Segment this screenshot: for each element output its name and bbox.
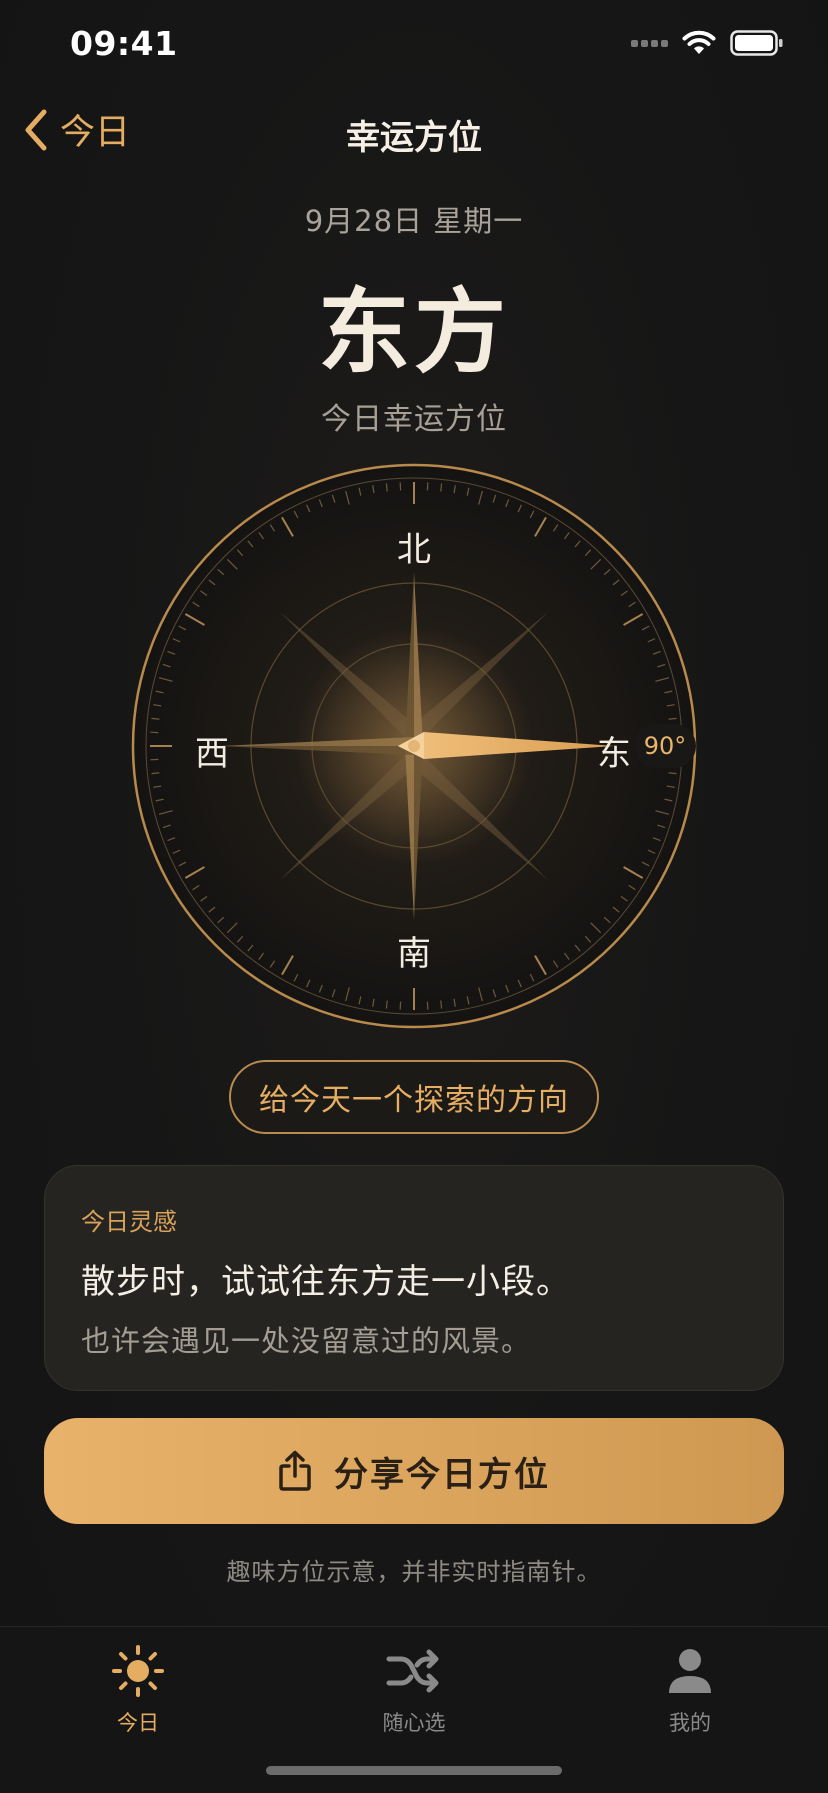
dial-tick	[441, 1001, 442, 1009]
tab-mine[interactable]: 我的	[620, 1641, 760, 1737]
dial-tick	[386, 1001, 387, 1009]
battery-icon	[730, 30, 784, 56]
wifi-icon	[682, 30, 716, 56]
share-icon	[278, 1450, 312, 1492]
tab-random[interactable]: 随心选	[344, 1641, 484, 1737]
disclaimer-text: 趣味方位示意，并非实时指南针。	[0, 1552, 828, 1587]
person-icon	[666, 1646, 714, 1696]
compass-label-south: 南	[384, 926, 444, 975]
tab-today[interactable]: 今日	[68, 1641, 208, 1737]
dial-tick	[386, 483, 387, 491]
direction-subtitle: 今日幸运方位	[0, 394, 828, 438]
inspiration-card: 今日灵感 散步时，试试往东方走一小段。 也许会遇见一处没留意过的风景。	[44, 1165, 784, 1391]
tab-random-label: 随心选	[383, 1707, 446, 1737]
explore-chip[interactable]: 给今天一个探索的方向	[229, 1060, 599, 1134]
compass-label-west: 西	[182, 726, 242, 775]
tab-mine-label: 我的	[669, 1707, 711, 1737]
share-label: 分享今日方位	[334, 1447, 550, 1496]
dial-tick	[669, 718, 677, 719]
card-main-text: 散步时，试试往东方走一小段。	[81, 1254, 571, 1303]
compass-dial: 北 南 西 东 90°	[130, 462, 698, 1030]
home-indicator[interactable]	[266, 1766, 562, 1775]
tab-today-label: 今日	[117, 1707, 159, 1737]
card-sub-text: 也许会遇见一处没留意过的风景。	[81, 1318, 531, 1360]
screen: 09:41 今日 幸运方位 9月28日 星期一	[0, 0, 828, 1792]
compass-label-north: 北	[384, 522, 444, 571]
shuffle-icon	[385, 1647, 443, 1695]
status-bar: 09:41	[0, 0, 828, 90]
dial-tick	[441, 483, 442, 491]
degree-badge: 90°	[634, 724, 696, 768]
nav-title: 幸运方位	[0, 110, 828, 159]
signal-icon	[631, 40, 668, 47]
nav-bar: 今日 幸运方位	[0, 96, 828, 168]
share-button[interactable]: 分享今日方位	[44, 1418, 784, 1524]
card-label: 今日灵感	[81, 1202, 177, 1237]
date-text: 9月28日 星期一	[0, 198, 828, 240]
dial-tick	[151, 773, 159, 774]
sun-icon	[111, 1644, 165, 1698]
direction-title: 东方	[0, 258, 828, 391]
dial-tick	[151, 718, 159, 719]
dial-tick	[669, 773, 677, 774]
center-pivot	[408, 740, 420, 752]
status-icons	[631, 30, 784, 56]
status-time: 09:41	[70, 24, 178, 63]
